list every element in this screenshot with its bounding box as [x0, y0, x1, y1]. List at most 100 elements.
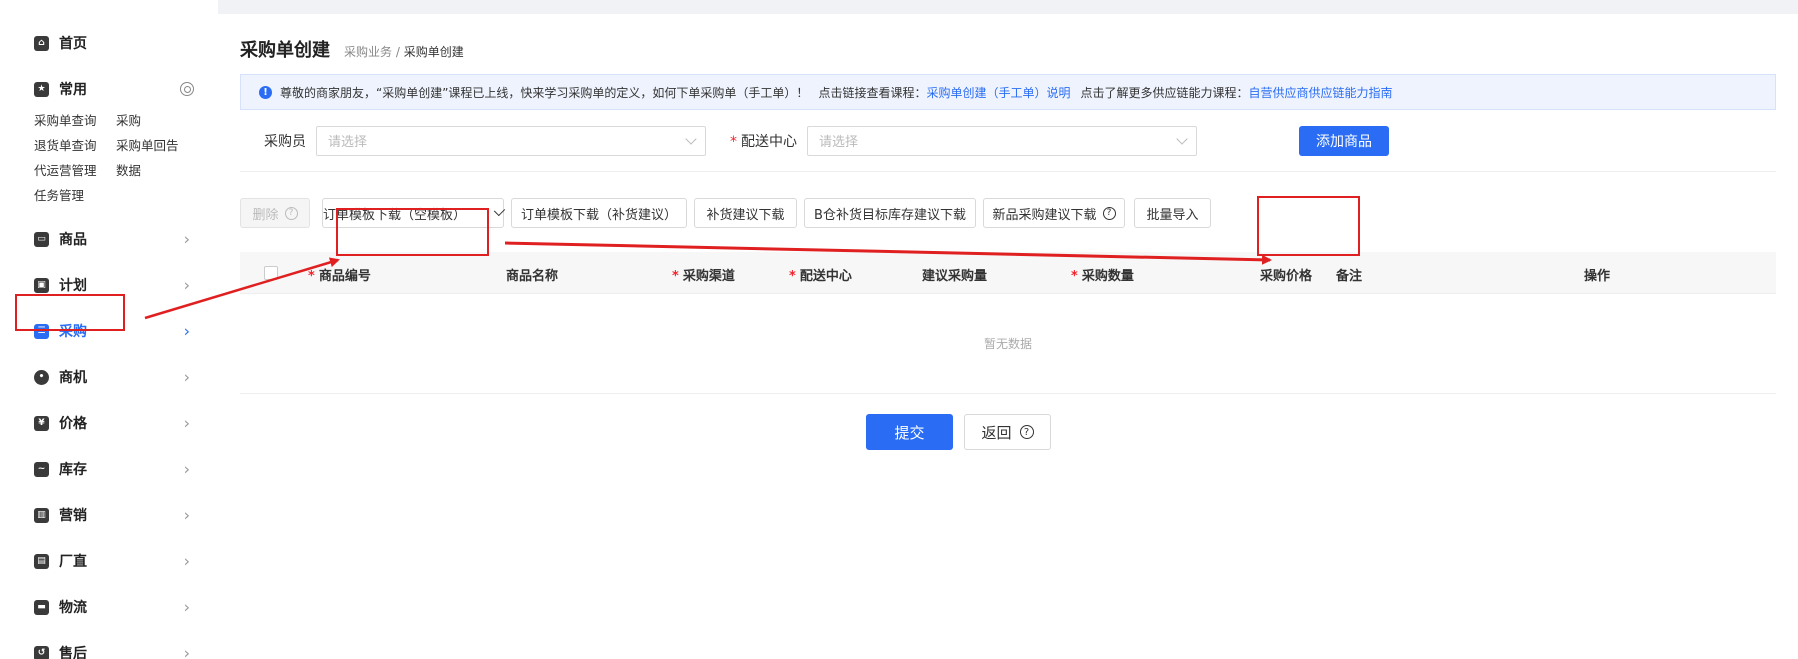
common-link[interactable]: 采购单回告 [116, 135, 196, 154]
nav-label: 计划 [59, 278, 87, 294]
delete-label: 删除 [252, 207, 279, 223]
distribution-center-select[interactable]: 请选择 [807, 125, 1197, 156]
common-link[interactable]: 代运营管理 [34, 160, 116, 179]
nav-item-goods[interactable]: ▭ 商品 › [0, 216, 218, 262]
chevron-right-icon: › [183, 459, 190, 479]
chevron-right-icon: › [183, 643, 190, 659]
common-link[interactable]: 数据 [116, 160, 196, 179]
aftersale-icon: ↺ [34, 645, 49, 659]
common-link[interactable]: 退货单查询 [34, 135, 116, 154]
replenish-download-button[interactable]: 补货建议下载 [694, 198, 797, 228]
nav-label: 物流 [59, 600, 87, 616]
star-icon: ★ [34, 81, 49, 97]
info-icon: ! [259, 85, 272, 99]
help-icon: ? [284, 206, 298, 220]
col-product-name: 商品名称 [506, 269, 559, 284]
buyer-select[interactable]: 请选择 [316, 125, 706, 156]
col-label: 采购数量 [1081, 269, 1134, 284]
nav-item-purchase[interactable]: ☰ 采购 › [0, 308, 218, 354]
toolbar: 删除 ? 订单模板下载（空模板） 订单模板下载（补货建议） 补货建议下载 B仓补… [240, 172, 1776, 252]
col-purchase-qty: * 采购数量 [1071, 265, 1134, 284]
marketing-icon: ▥ [34, 507, 49, 523]
course-notice-banner: ! 尊敬的商家朋友，“采购单创建”课程已上线，快来学习采购单的定义，如何下单采购… [240, 74, 1776, 110]
settings-gear-icon[interactable] [180, 82, 194, 96]
nav-label: 商机 [59, 370, 87, 386]
nav-label: 采购 [59, 324, 87, 340]
dc-placeholder: 请选择 [819, 135, 859, 150]
chevron-right-icon: › [183, 551, 190, 571]
notice-text: 点击链接查看课程： [818, 85, 927, 100]
col-distribution-center: * 配送中心 [789, 265, 852, 284]
goods-icon: ▭ [34, 231, 49, 247]
table-header: * 商品编号 商品名称 * 采购渠道 * 配送中心 建议采购量 * 采购数量 采购价格 … [240, 252, 1776, 294]
sidebar: ⌂ 首页 ★ 常用 采购单查询 采购 退货单查询 采购单回告 代运营管理 数据 … [0, 0, 218, 659]
nav-label: 商品 [59, 232, 87, 248]
nav-item-logistics[interactable]: ▬ 物流 › [0, 584, 218, 630]
select-all-checkbox[interactable] [264, 266, 278, 280]
col-purchase-price: 采购价格 [1260, 269, 1313, 284]
breadcrumb: 采购业务 / 采购单创建 [344, 43, 464, 60]
nav-item-home[interactable]: ⌂ 首页 [0, 20, 218, 66]
required-mark: * [308, 269, 315, 284]
nav-item-opportunity[interactable]: • 商机 › [0, 354, 218, 400]
required-mark: * [730, 133, 737, 150]
new-product-download-button[interactable]: 新品采购建议下载 ? [983, 198, 1125, 228]
page-title: 采购单创建 [240, 40, 330, 61]
nav-label: 厂直 [59, 554, 87, 570]
course-link[interactable]: 采购单创建（手工单）说明 [926, 84, 1070, 101]
price-icon: ¥ [34, 415, 49, 431]
template-empty-dropdown[interactable]: 订单模板下载（空模板） [322, 198, 506, 228]
nav-label: 营销 [59, 508, 87, 524]
form-actions: 提交 返回 ? [240, 394, 1776, 474]
template-replenish-button[interactable]: 订单模板下载（补货建议） [511, 198, 687, 228]
b-warehouse-download-button[interactable]: B仓补货目标库存建议下载 [804, 198, 976, 228]
nav-item-inventory[interactable]: ~ 库存 › [0, 446, 218, 492]
required-mark: * [1071, 269, 1078, 284]
delete-button[interactable]: 删除 ? [240, 198, 310, 228]
supply-chain-guide-link[interactable]: 自营供应商供应链能力指南 [1248, 84, 1392, 101]
chevron-down-icon [1176, 132, 1188, 145]
help-icon: ? [1102, 206, 1116, 220]
chevron-right-icon: › [183, 321, 190, 341]
col-label: 采购渠道 [682, 269, 735, 284]
col-label: 配送中心 [799, 269, 852, 284]
col-label: 商品编号 [318, 269, 371, 284]
nav-item-plan[interactable]: ▣ 计划 › [0, 262, 218, 308]
add-product-button[interactable]: 添加商品 [1299, 125, 1389, 156]
main-content: 采购单创建 采购业务 / 采购单创建 ! 尊敬的商家朋友，“采购单创建”课程已上… [218, 14, 1798, 659]
breadcrumb-separator: / [392, 45, 404, 59]
col-suggested-qty: 建议采购量 [922, 269, 988, 284]
inventory-icon: ~ [34, 461, 49, 477]
nav-item-price[interactable]: ¥ 价格 › [0, 400, 218, 446]
back-label: 返回 [981, 423, 1012, 442]
breadcrumb-current: 采购单创建 [403, 45, 464, 59]
nav-item-factory[interactable]: ▤ 厂直 › [0, 538, 218, 584]
nav-label: 库存 [59, 462, 87, 478]
chevron-right-icon: › [183, 229, 190, 249]
common-link[interactable]: 任务管理 [34, 185, 116, 204]
chevron-down-icon[interactable] [493, 204, 506, 217]
filter-form: 采购员 请选择 * 配送中心 请选择 添加商品 [240, 110, 1776, 172]
nav-item-common[interactable]: ★ 常用 [0, 66, 218, 112]
notice-text: 尊敬的商家朋友，“采购单创建”课程已上线，快来学习采购单的定义，如何下单采购单（… [280, 85, 809, 100]
col-channel: * 采购渠道 [672, 265, 735, 284]
chevron-right-icon: › [183, 413, 190, 433]
common-link[interactable]: 采购单查询 [34, 110, 116, 129]
buyer-label: 采购员 [264, 133, 306, 150]
submit-button[interactable]: 提交 [866, 414, 953, 450]
nav-item-aftersale[interactable]: ↺ 售后 › [0, 630, 218, 659]
buyer-placeholder: 请选择 [328, 135, 368, 150]
nav-item-marketing[interactable]: ▥ 营销 › [0, 492, 218, 538]
chevron-down-icon [685, 132, 697, 145]
notice-text: 点击了解更多供应链能力课程： [1080, 85, 1249, 100]
back-button[interactable]: 返回 ? [964, 414, 1051, 450]
page-header: 采购单创建 采购业务 / 采购单创建 [240, 14, 1776, 74]
col-remarks: 备注 [1336, 269, 1363, 284]
breadcrumb-parent[interactable]: 采购业务 [344, 45, 392, 59]
bulb-icon: • [34, 369, 49, 385]
batch-import-button[interactable]: 批量导入 [1134, 198, 1211, 228]
factory-icon: ▤ [34, 553, 49, 569]
col-product-code: * 商品编号 [308, 265, 371, 284]
common-link[interactable]: 采购 [116, 110, 196, 129]
purchase-icon: ☰ [34, 323, 49, 339]
